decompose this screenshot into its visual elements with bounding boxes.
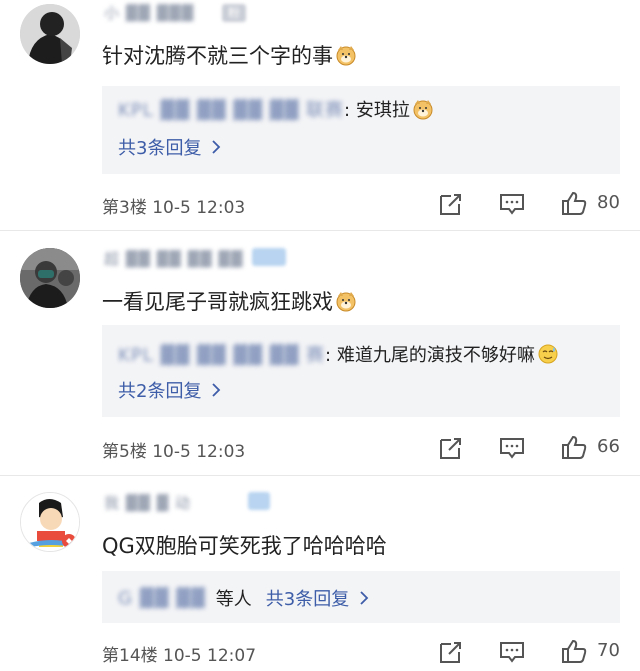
like-count: 70 xyxy=(597,640,620,661)
more-replies-label: 共3条回复 xyxy=(265,589,350,610)
share-icon[interactable] xyxy=(437,638,465,666)
divider xyxy=(0,230,640,231)
reply-author[interactable]: KPL ▓▓ ▓▓ ▓▓ ▓▓ 联赛 xyxy=(118,96,344,122)
avatar[interactable] xyxy=(20,4,80,64)
reply-text: 等人 xyxy=(215,589,252,610)
comment-text: 针对沈腾不就三个字的事 xyxy=(102,40,357,70)
avatar[interactable] xyxy=(20,492,80,552)
avatar[interactable] xyxy=(20,248,80,308)
divider xyxy=(0,475,640,476)
doge-emoji-icon xyxy=(412,98,434,120)
fan-badge: 粉 xyxy=(222,4,247,22)
comment-text-content: QG双胞胎可笑死我了哈哈哈哈 xyxy=(102,534,387,558)
reply-preview-box[interactable]: KPL ▓▓ ▓▓ ▓▓ ▓▓ 联赛 : 安琪拉 共3条回复 xyxy=(102,86,620,174)
reply-text: : 难道九尾的演技不够好嘛 xyxy=(325,345,535,366)
comment-item: 小 ▓▓ ▓▓▓ 粉 针对沈腾不就三个字的事 KPL ▓▓ ▓▓ ▓▓ ▓▓ 联… xyxy=(0,0,640,231)
like-icon[interactable] xyxy=(560,433,588,461)
more-replies-label: 共3条回复 xyxy=(118,138,202,159)
comment-item: 超 ▓▓ ▓▓ ▓▓ ▓▓ 一看见尾子哥就疯狂跳戏 KPL ▓▓ ▓▓ ▓▓ ▓… xyxy=(0,244,640,476)
reply-preview-line: KPL ▓▓ ▓▓ ▓▓ ▓▓ 赛 : 难道九尾的演技不够好嘛 xyxy=(118,341,559,367)
like-icon[interactable] xyxy=(560,637,588,665)
reply-author[interactable]: KPL ▓▓ ▓▓ ▓▓ ▓▓ 赛 xyxy=(118,341,325,367)
comment-text-content: 针对沈腾不就三个字的事 xyxy=(102,44,333,68)
more-replies-link[interactable]: 共2条回复 xyxy=(118,377,221,403)
reply-preview-box[interactable]: G ▓▓ ▓▓ 等人 共3条回复 xyxy=(102,571,620,623)
more-replies-label: 共2条回复 xyxy=(118,381,202,402)
more-replies-link[interactable]: 共3条回复 xyxy=(118,134,221,160)
reply-text: : 安琪拉 xyxy=(344,100,410,121)
share-icon[interactable] xyxy=(437,434,465,462)
reply-preview-box[interactable]: KPL ▓▓ ▓▓ ▓▓ ▓▓ 赛 : 难道九尾的演技不够好嘛 共2条回复 xyxy=(102,325,620,417)
like-icon[interactable] xyxy=(560,189,588,217)
doge-emoji-icon xyxy=(335,290,357,312)
like-count: 66 xyxy=(597,436,620,457)
more-replies-link[interactable]: 共3条回复 xyxy=(266,585,369,611)
username[interactable]: 超 ▓▓ ▓▓ ▓▓ ▓▓ xyxy=(104,248,243,270)
like-count: 80 xyxy=(597,192,620,213)
comment-item: 我 ▓▓ ▓ 动 QG双胞胎可笑死我了哈哈哈哈 G ▓▓ ▓▓ 等人 共3条回复… xyxy=(0,488,640,671)
username[interactable]: 小 ▓▓ ▓▓▓ xyxy=(104,2,194,24)
comment-text: 一看见尾子哥就疯狂跳戏 xyxy=(102,286,357,316)
chevron-right-icon xyxy=(360,591,369,605)
comment-text: QG双胞胎可笑死我了哈哈哈哈 xyxy=(102,530,387,560)
floor-time: 第3楼 10-5 12:03 xyxy=(102,198,246,218)
fan-badge xyxy=(252,248,286,266)
comment-icon[interactable] xyxy=(498,434,526,462)
comment-icon[interactable] xyxy=(498,638,526,666)
reply-author[interactable]: G ▓▓ ▓▓ xyxy=(118,588,206,609)
username[interactable]: 我 ▓▓ ▓ 动 xyxy=(104,492,191,514)
chevron-right-icon xyxy=(212,383,221,397)
comment-icon[interactable] xyxy=(498,190,526,218)
doge-emoji-icon xyxy=(335,44,357,66)
reply-preview-line: G ▓▓ ▓▓ 等人 共3条回复 xyxy=(118,585,369,611)
sweat-emoji-icon xyxy=(537,343,559,365)
share-icon[interactable] xyxy=(437,190,465,218)
floor-time: 第5楼 10-5 12:03 xyxy=(102,442,246,462)
fan-badge xyxy=(248,492,270,510)
floor-time: 第14楼 10-5 12:07 xyxy=(102,646,257,666)
comment-text-content: 一看见尾子哥就疯狂跳戏 xyxy=(102,290,333,314)
reply-preview-line: KPL ▓▓ ▓▓ ▓▓ ▓▓ 联赛 : 安琪拉 xyxy=(118,96,434,122)
chevron-right-icon xyxy=(212,140,221,154)
